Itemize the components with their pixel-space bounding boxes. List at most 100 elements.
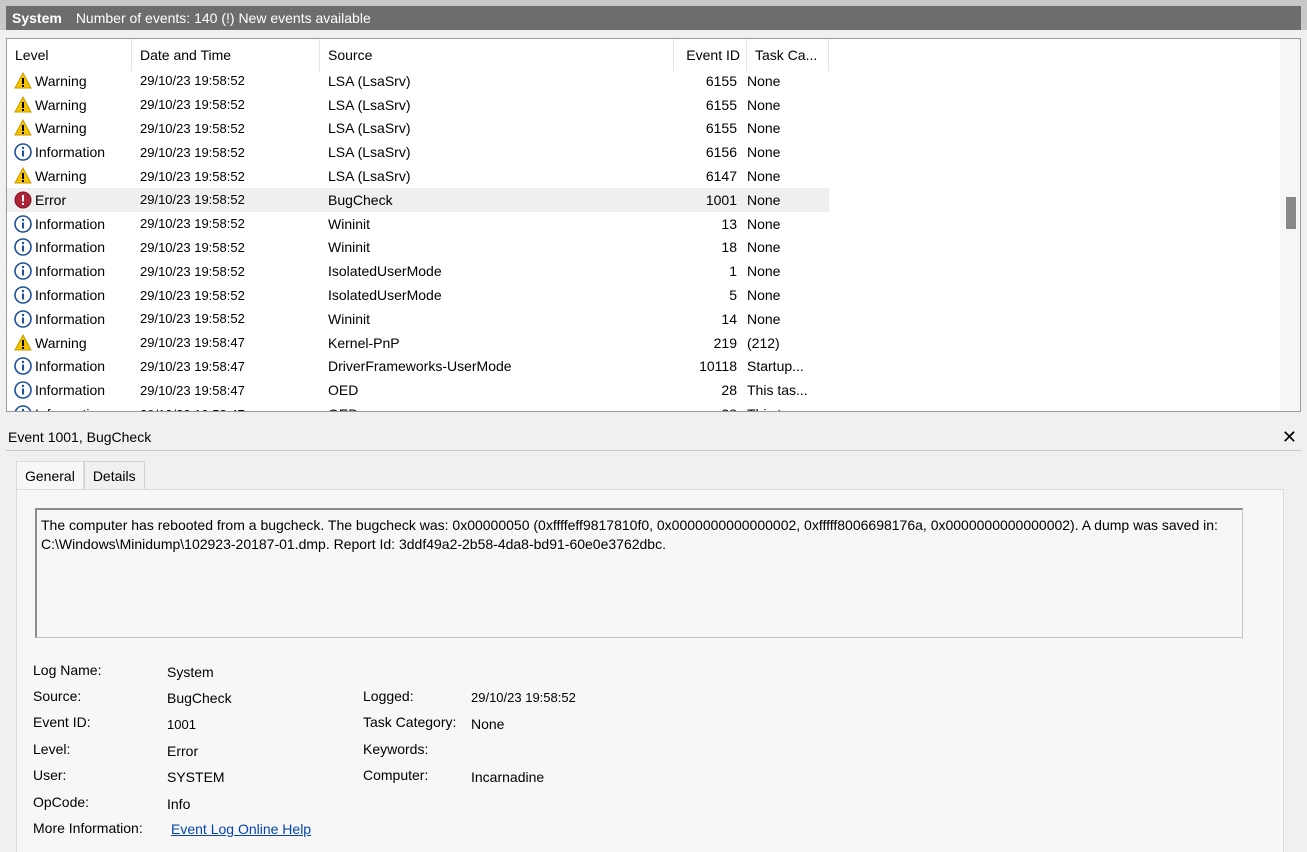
task-category-cell: None (747, 144, 781, 161)
level-cell: Warning (7, 71, 132, 91)
label-user: User: (33, 767, 67, 783)
table-row[interactable]: Information 29/10/23 19:58:52 Wininit 18 Non… (7, 236, 829, 260)
detail-title: Event 1001, BugCheck (8, 429, 152, 445)
value-log-name[interactable]: System (167, 664, 214, 680)
event-id-cell: 6155 (705, 120, 737, 137)
level-cell: Information (7, 285, 132, 305)
tab-general[interactable]: General (16, 461, 84, 491)
event-id-cell: 6155 (705, 96, 737, 113)
label-level: Level: (33, 741, 71, 757)
value-logged[interactable]: 29/10/23 19:58:52 (471, 690, 576, 705)
level-text: Error (35, 191, 67, 208)
detail-header: Event 1001, BugCheck ✕ (6, 424, 1301, 451)
table-row[interactable]: Information29/10/23 19:58:47OED28This ta… (7, 402, 829, 411)
source-cell: LSA (LsaSrv) (328, 72, 411, 89)
task-category-cell: None (747, 310, 781, 327)
table-row[interactable]: Information 29/10/23 19:58:47 DriverFramew… (7, 355, 829, 379)
log-title-strip: System Number of events: 140 (!) New eve… (6, 6, 1301, 30)
event-id-cell: 1 (729, 263, 737, 280)
info-icon (13, 214, 33, 234)
source-cell: LSA (LsaSrv) (328, 168, 411, 185)
source-cell: LSA (LsaSrv) (328, 120, 411, 137)
value-user[interactable]: SYSTEM (167, 769, 225, 785)
level-text: Information (35, 406, 105, 411)
event-id-cell: 28 (721, 382, 737, 399)
value-task-category[interactable]: None (471, 716, 504, 732)
table-row[interactable]: Warning 29/10/23 19:58:47 Kernel-PnP 219 (21… (7, 331, 829, 355)
column-header-event-id[interactable]: Event ID (674, 39, 747, 71)
source-cell: IsolatedUserMode (328, 287, 442, 304)
level-text: Information (35, 263, 106, 280)
table-row[interactable]: Warning 29/10/23 19:58:52 LSA (LsaSrv) 6147… (7, 164, 829, 188)
value-event-id[interactable]: 1001 (167, 717, 196, 732)
level-cell: Information (7, 214, 132, 234)
source-cell: Wininit (328, 239, 371, 256)
level-text: Information (35, 382, 106, 399)
column-header-source[interactable]: Source (320, 39, 674, 71)
task-category-cell: None (747, 263, 781, 280)
level-text: Warning (35, 334, 87, 351)
date-cell: 29/10/23 19:58:52 (140, 120, 245, 136)
level-cell: Error (7, 190, 132, 210)
date-cell: 29/10/23 19:58:52 (140, 192, 245, 208)
task-category-cell: None (747, 191, 781, 208)
column-header-date[interactable]: Date and Time (132, 39, 320, 71)
log-name: System (12, 10, 62, 26)
table-row[interactable]: Warning 29/10/23 19:58:52 LSA (LsaSrv) 6155… (7, 117, 829, 141)
value-computer[interactable]: Incarnadine (471, 769, 544, 785)
level-text: Information (35, 215, 106, 232)
level-cell: Warning (7, 166, 132, 186)
task-category-cell: None (747, 120, 781, 137)
event-list[interactable]: Level Date and Time Source Event ID Task… (6, 38, 1301, 412)
task-category-cell: This tas... (747, 406, 829, 411)
level-text: Information (35, 144, 106, 161)
table-row[interactable]: Information 29/10/23 19:58:52 Wininit 14 Non… (7, 307, 829, 331)
level-cell: Information (7, 237, 132, 257)
event-log-online-help-link[interactable]: Event Log Online Help (171, 821, 311, 837)
close-icon[interactable]: ✕ (1282, 427, 1297, 448)
label-log-name: Log Name: (33, 662, 102, 678)
event-id-cell: 28 (674, 406, 747, 411)
level-cell: Information (7, 142, 132, 162)
table-row[interactable]: Warning 29/10/23 19:58:52 LSA (LsaSrv) 6155… (7, 69, 829, 93)
source-cell: IsolatedUserMode (328, 263, 442, 280)
task-category-cell: None (747, 72, 781, 89)
date-cell: 29/10/23 19:58:52 (140, 239, 245, 255)
date-cell: 29/10/23 19:58:52 (140, 73, 245, 89)
source-cell: Kernel-PnP (328, 334, 400, 351)
tab-details[interactable]: Details (83, 461, 145, 489)
event-description[interactable]: The computer has rebooted from a bugchec… (35, 508, 1243, 638)
source-cell: Wininit (328, 215, 371, 232)
value-level[interactable]: Error (167, 743, 198, 759)
table-row[interactable]: Warning 29/10/23 19:58:52 LSA (LsaSrv) 6155… (7, 93, 829, 117)
table-row[interactable]: Error 29/10/23 19:58:52 BugCheck 1001 None (7, 187, 829, 212)
date-cell: 29/10/23 19:58:47 (140, 358, 245, 374)
label-more-information: More Information: (33, 820, 143, 836)
label-source: Source: (33, 688, 82, 704)
info-icon (13, 142, 33, 162)
task-category-cell: (212) (747, 334, 780, 351)
table-row[interactable]: Information29/10/23 19:58:47OED28This ta… (7, 378, 829, 402)
warning-icon (13, 333, 33, 353)
level-text: Warning (35, 96, 87, 113)
info-icon (13, 380, 33, 400)
value-source[interactable]: BugCheck (167, 690, 232, 706)
table-row[interactable]: Information 29/10/23 19:58:52 LSA (LsaSrv)… (7, 140, 829, 164)
label-task-category: Task Category: (363, 714, 457, 730)
table-row[interactable]: Information 29/10/23 19:58:52 IsolatedUser… (7, 259, 829, 283)
event-id-cell: 13 (721, 215, 737, 232)
date-cell: 29/10/23 19:58:52 (140, 287, 245, 303)
scrollbar-thumb[interactable] (1286, 197, 1296, 229)
date-cell: 29/10/23 19:58:52 (140, 168, 245, 184)
label-keywords: Keywords: (363, 741, 429, 757)
column-header-task-category[interactable]: Task Ca... (747, 39, 829, 71)
value-opcode[interactable]: Info (167, 796, 190, 812)
event-id-cell: 219 (713, 334, 737, 351)
level-cell: Warning (7, 95, 132, 115)
table-row[interactable]: Information 29/10/23 19:58:52 Wininit 13 Non… (7, 212, 829, 236)
source-cell: LSA (LsaSrv) (328, 144, 411, 161)
task-category-cell: None (747, 96, 781, 113)
vertical-scrollbar[interactable] (1280, 39, 1300, 411)
column-header-level[interactable]: Level (7, 39, 132, 71)
table-row[interactable]: Information 29/10/23 19:58:52 IsolatedUser… (7, 283, 829, 307)
